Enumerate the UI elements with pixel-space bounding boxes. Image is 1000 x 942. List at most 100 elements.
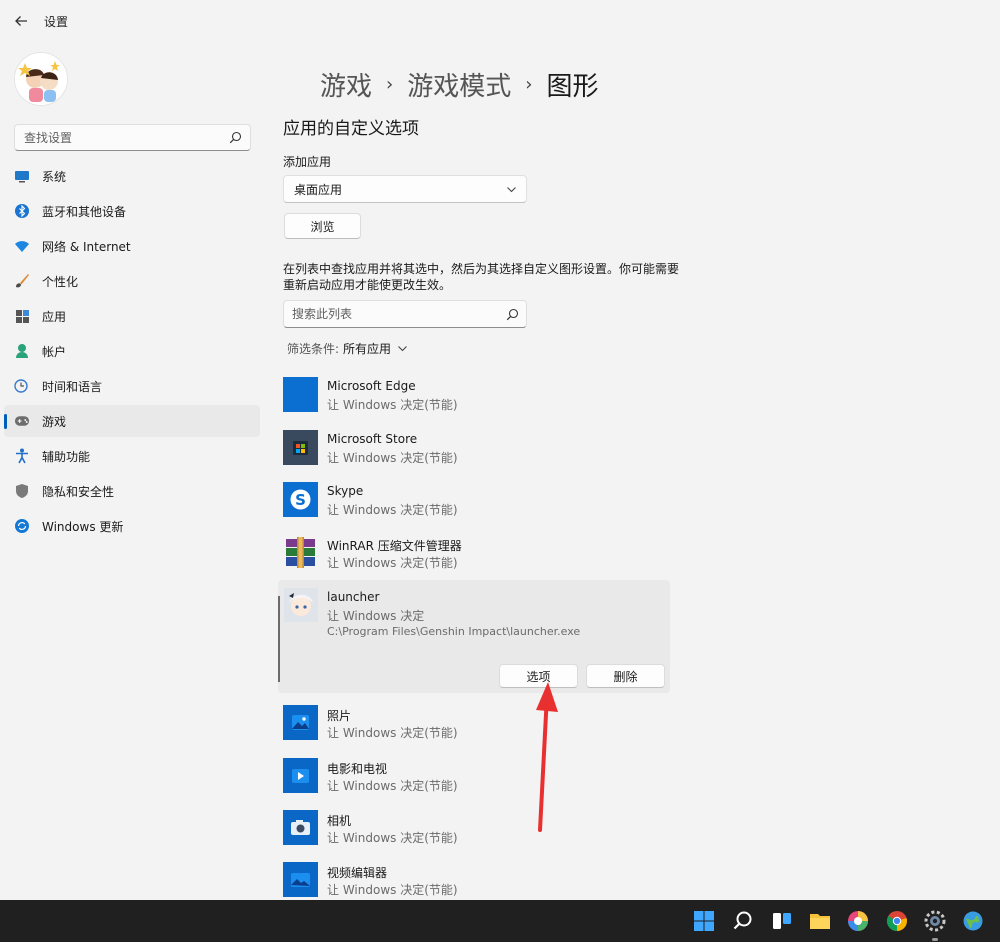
edge-icon (283, 377, 318, 412)
sidebar-item-accounts[interactable]: 帐户 (4, 335, 260, 367)
app-gpu-setting: 让 Windows 决定(节能) (327, 779, 458, 793)
app-gpu-setting: 让 Windows 决定(节能) (327, 726, 458, 740)
back-button[interactable] (10, 10, 32, 32)
chevron-down-icon (398, 346, 407, 352)
app-name: Skype (327, 484, 364, 498)
breadcrumb-item-gaming[interactable]: 游戏 (320, 66, 372, 103)
color-app-icon[interactable] (846, 909, 870, 933)
options-button[interactable]: 选项 (499, 664, 578, 688)
movies-icon (283, 758, 318, 793)
app-name: launcher (327, 590, 380, 604)
sidebar-item-system[interactable]: 系统 (4, 160, 260, 192)
sidebar-item-accessibility[interactable]: 辅助功能 (4, 440, 260, 472)
app-gpu-setting: 让 Windows 决定(节能) (327, 398, 458, 412)
sidebar-item-label: 隐私和安全性 (42, 484, 115, 499)
app-gpu-setting: 让 Windows 决定(节能) (327, 451, 458, 465)
list-search-input[interactable] (284, 301, 484, 327)
app-name: 视频编辑器 (327, 866, 388, 880)
back-arrow-icon (15, 16, 27, 26)
list-search[interactable] (283, 300, 527, 328)
app-type-dropdown[interactable]: 桌面应用 (283, 175, 527, 203)
sidebar-item-label: 系统 (42, 169, 67, 184)
task-view-icon[interactable] (770, 909, 794, 933)
add-app-label: 添加应用 (283, 155, 332, 169)
apps-icon (14, 308, 30, 324)
sidebar-item-label: 时间和语言 (42, 379, 103, 394)
delete-button[interactable]: 删除 (586, 664, 665, 688)
app-list-item[interactable]: S Skype 让 Windows 决定(节能) (283, 482, 673, 534)
app-name: 相机 (327, 814, 352, 828)
app-gpu-setting: 让 Windows 决定(节能) (327, 503, 458, 517)
sidebar-item-label: 网络 & Internet (42, 239, 131, 254)
browse-button[interactable]: 浏览 (284, 213, 361, 239)
sidebar-item-label: Windows 更新 (42, 519, 124, 534)
breadcrumb: 游戏 › 游戏模式 › 图形 (320, 66, 598, 103)
filter-value: 所有应用 (343, 342, 392, 356)
sidebar-item-label: 个性化 (42, 274, 79, 289)
file-explorer-icon[interactable] (808, 909, 832, 933)
camera-icon (283, 810, 318, 845)
search-icon[interactable] (731, 909, 755, 933)
app-list-item[interactable]: 照片 让 Windows 决定(节能) (283, 705, 673, 757)
search-icon (506, 308, 519, 321)
skype-icon: S (283, 482, 318, 517)
section-title: 应用的自定义选项 (283, 119, 419, 139)
shield-icon (14, 483, 30, 499)
sidebar-item-bluetooth[interactable]: 蓝牙和其他设备 (4, 195, 260, 227)
globe-clock-icon (14, 378, 30, 394)
breadcrumb-separator: › (525, 74, 533, 95)
sidebar-item-gaming[interactable]: 游戏 (4, 405, 260, 437)
app-name: WinRAR 压缩文件管理器 (327, 539, 462, 553)
brush-icon (14, 273, 30, 289)
winrar-icon (283, 535, 318, 570)
wifi-icon (14, 238, 30, 254)
app-name: Microsoft Store (327, 432, 418, 446)
settings-search[interactable] (14, 124, 251, 151)
svg-text:S: S (295, 491, 306, 509)
app-list-item-expanded[interactable]: launcher 让 Windows 决定 C:\Program Files\G… (278, 580, 670, 693)
app-list-item[interactable]: Microsoft Store 让 Windows 决定(节能) (283, 430, 673, 482)
description-text: 在列表中查找应用并将其选中，然后为其选择自定义图形设置。你可能需要重新启动应用才… (283, 262, 680, 292)
launcher-icon (284, 588, 318, 622)
title-bar: 设置 (0, 0, 1000, 44)
network-app-icon[interactable] (961, 909, 985, 933)
sidebar-item-windows-update[interactable]: Windows 更新 (4, 510, 260, 542)
app-list-item[interactable]: 电影和电视 让 Windows 决定(节能) (283, 758, 673, 810)
app-name: Microsoft Edge (327, 379, 416, 393)
settings-search-input[interactable] (15, 125, 215, 150)
app-list-item[interactable]: Microsoft Edge 让 Windows 决定(节能) (283, 377, 673, 429)
avatar-image-icon (15, 53, 67, 105)
sidebar-item-label: 蓝牙和其他设备 (42, 204, 127, 219)
filter-label: 筛选条件: (287, 342, 340, 356)
sidebar-item-personalization[interactable]: 个性化 (4, 265, 260, 297)
photos-icon (283, 705, 318, 740)
settings-icon[interactable] (923, 909, 947, 941)
gamepad-icon (14, 413, 30, 429)
chrome-icon[interactable] (885, 909, 909, 933)
sidebar-item-label: 游戏 (42, 414, 67, 429)
sidebar-nav: 系统 蓝牙和其他设备 网络 & Internet 个性化 应用 帐户 时间和语言… (4, 160, 260, 545)
app-gpu-setting: 让 Windows 决定 (327, 609, 425, 623)
breadcrumb-separator: › (386, 74, 394, 95)
search-icon (229, 131, 242, 144)
app-gpu-setting: 让 Windows 决定(节能) (327, 831, 458, 845)
app-list-item[interactable]: 相机 让 Windows 决定(节能) (283, 810, 673, 862)
accessibility-icon (14, 448, 30, 464)
sidebar-item-privacy[interactable]: 隐私和安全性 (4, 475, 260, 507)
sidebar-item-apps[interactable]: 应用 (4, 300, 260, 332)
sidebar-item-time-language[interactable]: 时间和语言 (4, 370, 260, 402)
filter-dropdown[interactable]: 筛选条件: 所有应用 (287, 340, 408, 357)
start-icon[interactable] (692, 909, 716, 933)
bluetooth-icon (14, 203, 30, 219)
app-list-item[interactable]: 视频编辑器 让 Windows 决定(节能) (283, 862, 673, 900)
sidebar-item-network[interactable]: 网络 & Internet (4, 230, 260, 262)
app-path: C:\Program Files\Genshin Impact\launcher… (327, 625, 581, 638)
app-gpu-setting: 让 Windows 决定(节能) (327, 883, 458, 897)
breadcrumb-item-graphics: 图形 (546, 72, 599, 102)
breadcrumb-item-game-mode[interactable]: 游戏模式 (407, 66, 511, 103)
sidebar-item-label: 帐户 (42, 344, 67, 359)
video-editor-icon (283, 862, 318, 897)
window-title: 设置 (44, 15, 69, 29)
app-type-selected: 桌面应用 (294, 182, 343, 197)
avatar[interactable] (14, 52, 68, 106)
